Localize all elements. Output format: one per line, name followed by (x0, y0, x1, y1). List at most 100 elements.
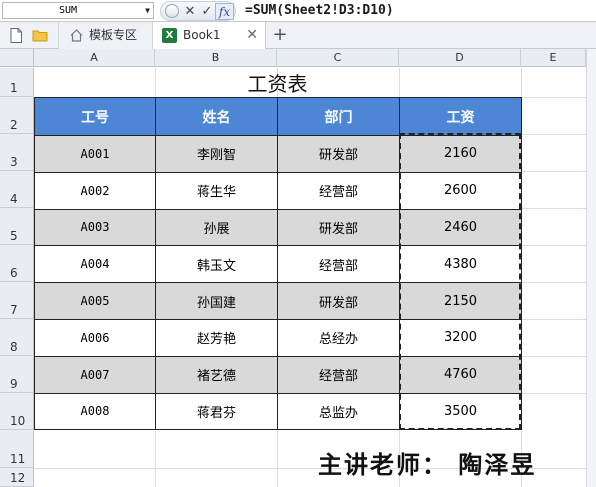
presenter-caption: 主讲老师： 陶泽昱 (318, 450, 537, 479)
table-row: A002 蒋生华 经营部 2600 (34, 171, 522, 210)
gridline (521, 282, 586, 283)
cell-salary[interactable]: 3500 (399, 392, 522, 431)
gridline (521, 393, 586, 394)
cell-name[interactable]: 蒋生华 (155, 171, 278, 210)
tab-templates-label: 模板专区 (89, 28, 138, 42)
row-header-6[interactable]: 6 (0, 245, 34, 282)
cell-name[interactable]: 蒋君芬 (155, 392, 278, 431)
close-icon[interactable]: ✕ (246, 22, 258, 49)
table-row: A001 李刚智 研发部 2160 (34, 135, 522, 173)
gridline (521, 208, 586, 209)
function-wizard-dot-icon[interactable] (165, 4, 179, 18)
formula-input[interactable]: =SUM(Sheet2!D3:D10) (245, 2, 394, 19)
excel-icon: X (162, 28, 177, 43)
cell-salary[interactable]: 2460 (399, 208, 522, 247)
gridline (521, 356, 586, 357)
tab-book1-label: Book1 (183, 28, 221, 42)
cell-salary[interactable]: 2150 (399, 282, 522, 320)
tab-book1[interactable]: X Book1 ✕ (153, 22, 266, 50)
cell-employee-id[interactable]: A001 (34, 135, 156, 173)
cell-employee-id[interactable]: A007 (34, 355, 156, 394)
formula-button-group: ✕ ✓ fx (160, 1, 236, 21)
column-header-c[interactable]: C (277, 49, 399, 67)
column-header-e[interactable]: E (521, 49, 586, 67)
row-header-10[interactable]: 10 (0, 393, 34, 430)
cell-department[interactable]: 经营部 (277, 171, 400, 210)
row-header-5[interactable]: 5 (0, 208, 34, 245)
new-file-icon[interactable] (8, 27, 24, 44)
header-cell-salary[interactable]: 工资 (399, 97, 522, 136)
select-all-corner[interactable] (0, 49, 34, 67)
header-cell-department[interactable]: 部门 (277, 97, 400, 136)
cell-department[interactable]: 研发部 (277, 135, 400, 173)
cell-department[interactable]: 经营部 (277, 355, 400, 394)
gridline (521, 319, 586, 320)
cell-employee-id[interactable]: A008 (34, 392, 156, 431)
name-box[interactable]: SUM ▼ (2, 2, 154, 19)
row-header-2[interactable]: 2 (0, 97, 34, 134)
cell-salary[interactable]: 4380 (399, 245, 522, 284)
gridline (277, 430, 278, 487)
cell-employee-id[interactable]: A006 (34, 318, 156, 357)
cell-salary[interactable]: 3200 (399, 318, 522, 357)
tab-templates[interactable]: 模板专区 (58, 22, 153, 49)
sheet-title[interactable]: 工资表 (34, 68, 521, 97)
table-row: A005 孙国建 研发部 2150 (34, 282, 522, 320)
cell-salary[interactable]: 2600 (399, 171, 522, 210)
column-header-a[interactable]: A (34, 49, 155, 67)
cell-department[interactable]: 经营部 (277, 245, 400, 284)
table-row: A003 孙展 研发部 2460 (34, 208, 522, 247)
gridline (521, 97, 586, 98)
vertical-scrollbar[interactable] (586, 49, 596, 487)
row-header-12[interactable]: 12 (0, 468, 34, 487)
gridline (521, 134, 586, 135)
check-icon[interactable]: ✓ (198, 3, 216, 20)
salary-table: 工号 姓名 部门 工资 A001 李刚智 研发部 2160 A002 蒋生华 经… (34, 97, 522, 431)
row-header-4[interactable]: 4 (0, 171, 34, 208)
cell-name[interactable]: 孙展 (155, 208, 278, 247)
cell-department[interactable]: 总监办 (277, 392, 400, 431)
gridline (521, 245, 586, 246)
folder-icon[interactable] (32, 27, 48, 44)
gridline (521, 171, 586, 172)
spreadsheet-grid[interactable]: A B C D E 1 2 3 4 5 6 7 8 9 10 11 12 工资表… (0, 49, 596, 487)
home-icon (70, 29, 83, 42)
cell-salary[interactable]: 4760 (399, 355, 522, 394)
column-header-b[interactable]: B (155, 49, 277, 67)
cell-department[interactable]: 总经办 (277, 318, 400, 357)
name-box-value: SUM (59, 5, 78, 16)
column-header-d[interactable]: D (399, 49, 521, 67)
document-tab-bar: 模板专区 X Book1 ✕ + (0, 22, 596, 50)
cell-department[interactable]: 研发部 (277, 208, 400, 247)
gridline (155, 430, 156, 487)
cell-name[interactable]: 韩玉文 (155, 245, 278, 284)
cell-salary[interactable]: 2160 (399, 135, 522, 173)
header-cell-name[interactable]: 姓名 (155, 97, 278, 136)
table-row: A006 赵芳艳 总经办 3200 (34, 318, 522, 357)
cell-department[interactable]: 研发部 (277, 282, 400, 320)
row-header-7[interactable]: 7 (0, 282, 34, 319)
cell-employee-id[interactable]: A003 (34, 208, 156, 247)
plus-icon[interactable]: + (270, 25, 290, 45)
cell-employee-id[interactable]: A002 (34, 171, 156, 210)
row-header-3[interactable]: 3 (0, 134, 34, 171)
fx-icon[interactable]: fx (215, 3, 234, 20)
row-header-9[interactable]: 9 (0, 356, 34, 393)
formula-bar: SUM ▼ ✕ ✓ fx =SUM(Sheet2!D3:D10) (0, 0, 596, 22)
table-row: A008 蒋君芬 总监办 3500 (34, 392, 522, 431)
table-row: A007 褚艺德 经营部 4760 (34, 355, 522, 394)
row-header-1[interactable]: 1 (0, 68, 34, 97)
header-cell-employee-id[interactable]: 工号 (34, 97, 156, 136)
cell-name[interactable]: 孙国建 (155, 282, 278, 320)
cell-name[interactable]: 赵芳艳 (155, 318, 278, 357)
table-header-row: 工号 姓名 部门 工资 (34, 97, 522, 136)
row-header-8[interactable]: 8 (0, 319, 34, 356)
name-box-dropdown-icon[interactable]: ▼ (145, 3, 150, 18)
cell-employee-id[interactable]: A004 (34, 245, 156, 284)
cell-name[interactable]: 李刚智 (155, 135, 278, 173)
table-row: A004 韩玉文 经营部 4380 (34, 245, 522, 284)
cell-name[interactable]: 褚艺德 (155, 355, 278, 394)
cancel-icon[interactable]: ✕ (181, 3, 199, 20)
cell-employee-id[interactable]: A005 (34, 282, 156, 320)
row-header-11[interactable]: 11 (0, 430, 34, 468)
